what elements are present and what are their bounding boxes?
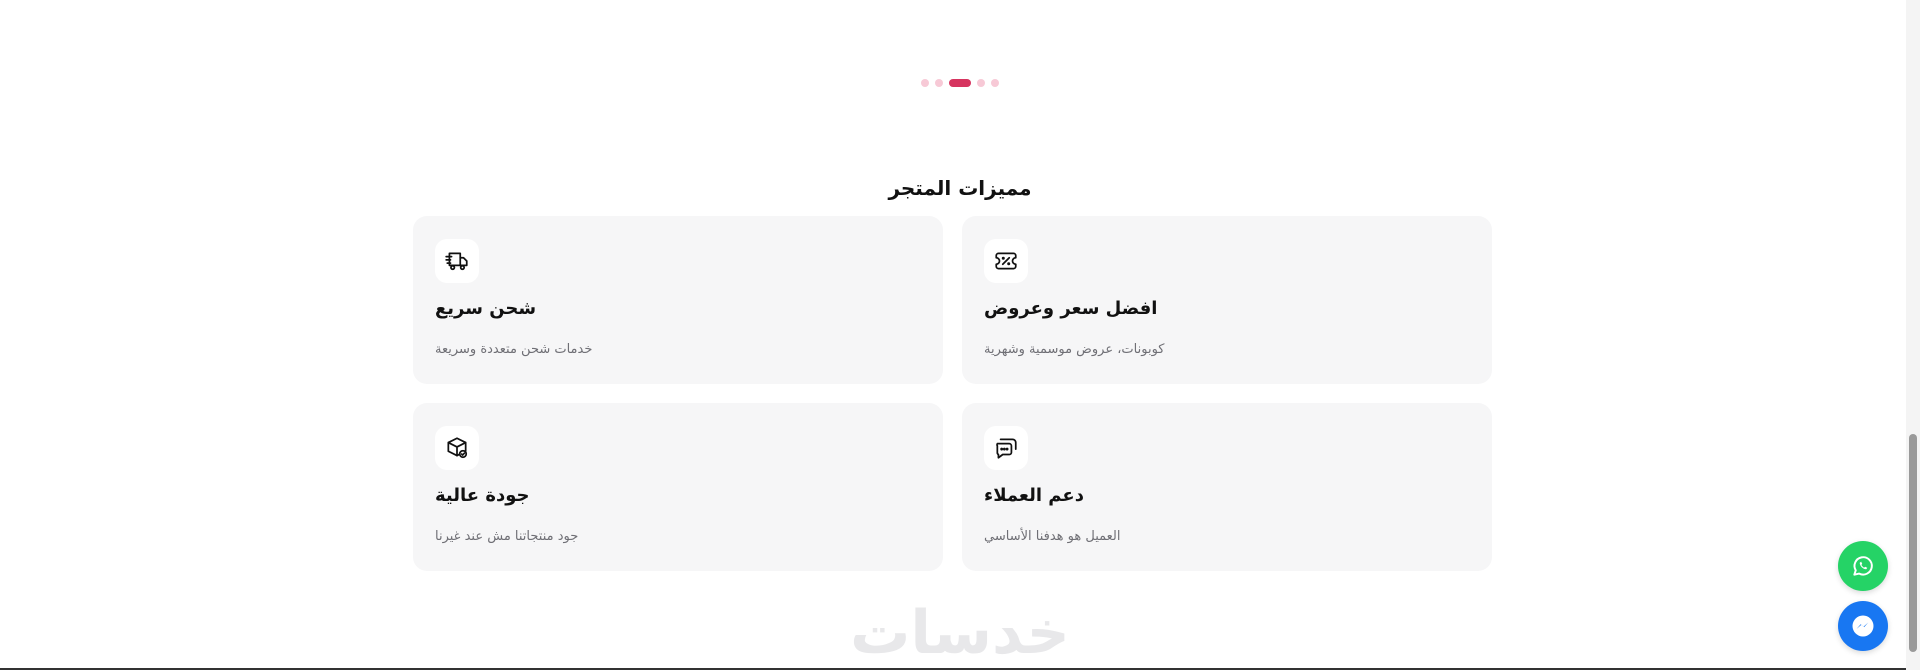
feature-title: دعم العملاء bbox=[984, 485, 1084, 506]
feature-title: افضل سعر وعروض bbox=[984, 298, 1158, 319]
discount-ticket-icon bbox=[984, 239, 1028, 283]
carousel-dot[interactable] bbox=[935, 79, 943, 87]
carousel-dot[interactable] bbox=[921, 79, 929, 87]
feature-description: خدمات شحن متعددة وسريعة bbox=[435, 342, 593, 357]
features-grid: افضل سعر وعروض كوبونات، عروض موسمية وشهر… bbox=[413, 216, 1492, 571]
feature-card-fast-shipping: شحن سريع خدمات شحن متعددة وسريعة bbox=[413, 216, 943, 384]
messenger-button[interactable] bbox=[1838, 601, 1888, 651]
feature-description: كوبونات، عروض موسمية وشهرية bbox=[984, 342, 1165, 357]
whatsapp-icon bbox=[1853, 556, 1873, 576]
feature-title: شحن سريع bbox=[435, 298, 537, 319]
messenger-icon bbox=[1852, 615, 1874, 637]
carousel-dot[interactable] bbox=[991, 79, 999, 87]
feature-description: العميل هو هدفنا الأساسي bbox=[984, 529, 1121, 544]
features-section-title: مميزات المتجر bbox=[888, 176, 1032, 200]
carousel-pagination bbox=[0, 79, 1920, 87]
fast-delivery-truck-icon bbox=[435, 239, 479, 283]
page-scrollbar-thumb[interactable] bbox=[1909, 434, 1917, 652]
chat-bubbles-icon bbox=[984, 426, 1028, 470]
whatsapp-button[interactable] bbox=[1838, 541, 1888, 591]
feature-card-high-quality: جودة عالية جود منتجاتنا مش عند غيرنا bbox=[413, 403, 943, 571]
feature-card-best-price: افضل سعر وعروض كوبونات، عروض موسمية وشهر… bbox=[962, 216, 1492, 384]
footer-logo: خدسات bbox=[850, 598, 1070, 668]
verified-box-icon bbox=[435, 426, 479, 470]
feature-title: جودة عالية bbox=[435, 485, 530, 506]
feature-description: جود منتجاتنا مش عند غيرنا bbox=[435, 529, 579, 544]
carousel-dot-active[interactable] bbox=[949, 79, 971, 87]
feature-card-customer-support: دعم العملاء العميل هو هدفنا الأساسي bbox=[962, 403, 1492, 571]
carousel-dot[interactable] bbox=[977, 79, 985, 87]
